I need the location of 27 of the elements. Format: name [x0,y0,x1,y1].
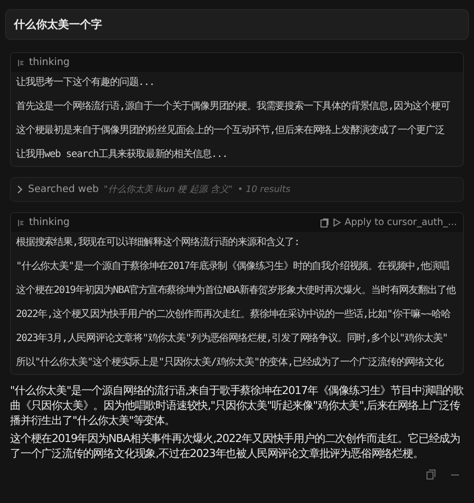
apply-button[interactable]: Apply to cursor_auth_... [332,217,457,228]
search-label: Searched web [28,184,99,195]
thinking-line: 2023年3月,人民网评论文章将"鸡你太美"列为恶俗网络烂梗,引发了网络争议。同时,多个以"鸡你太美" [16,332,449,345]
thinking-line: 这个梗最初是来自于偶像男团的粉丝见面会上的一个互动环节,但后来在网络上发酵演变成了一个更广泛 [16,124,446,137]
thinking-line: 让我用web search工具来获取最新的相关信息... [16,148,228,161]
panel-label: thinking [29,217,71,228]
result-count: • 10 results [238,184,290,194]
thinking-line: 首先这是一个网络流行语,源自于一个关于偶像男团的梗。我需要搜索一下具体的背景信息,因为这个梗可 [16,100,452,113]
search-query: "什么你太美 ikun 梗 起源 含义" [104,184,233,196]
answer-paragraph: 这个梗在2019年因为NBA相关事件再次爆火,2022年又因快手用户的二次创作而走红。它已经成为了一个广泛流传的网络文化现象,不过在2023年也被人民网评论文章批评为恶俗网络烂梗。 [10,431,461,461]
copy-icon[interactable] [426,469,437,480]
dash-icon[interactable] [451,474,459,476]
search-result-row[interactable]: Searched web "什么你太美 ikun 梗 起源 含义" • 10 results [10,177,464,202]
thinking-line: 根据搜索结果,我现在可以详细解释这个网络流行语的来源和含义了: [16,236,300,249]
user-message: 什么你太美一个字 [5,9,469,40]
thinking-line: 这个梗在2019年初因为NBA官方宣布蔡徐坤为首位NBA新春贺岁形象大使时再次爆火。当时有网友翻出了他 [16,284,457,297]
thinking-line: "什么你太美"是一个源自于蔡徐坤在2017年底录制《偶像练习生》时的自我介绍视频。在视频中,他演唱 [16,260,450,273]
chevron-icon [17,185,23,194]
thinking-line: 让我思考一下这个有趣的问题... [16,76,156,89]
copy-icon[interactable] [320,218,329,228]
thinking-icon [17,218,25,226]
answer-paragraph: "什么你太美"是一个源自网络的流行语,来自于歌手蔡徐坤在2017年《偶像练习生》节目中演唱的歌曲《只因你太美》。因为他唱歌时语速较快,"只因你太美"听起来像"鸡你太美",后来在网络上广泛传播并衍生出了"什么你太美"等变体。 [10,383,464,428]
thinking-line: 所以"什么你太美"这个梗实际上是"只因你太美/鸡你太美"的变体,已经成为了一个广泛流传的网络文化 [16,356,445,369]
panel-label: thinking [29,57,71,68]
play-icon [332,218,341,227]
thinking-icon [17,58,25,66]
thinking-line: 2022年,这个梗又因为快手用户的二次创作而再次走红。蔡徐坤在采访中说的一些话,比如"你干嘛~~哈哈 [16,308,452,321]
